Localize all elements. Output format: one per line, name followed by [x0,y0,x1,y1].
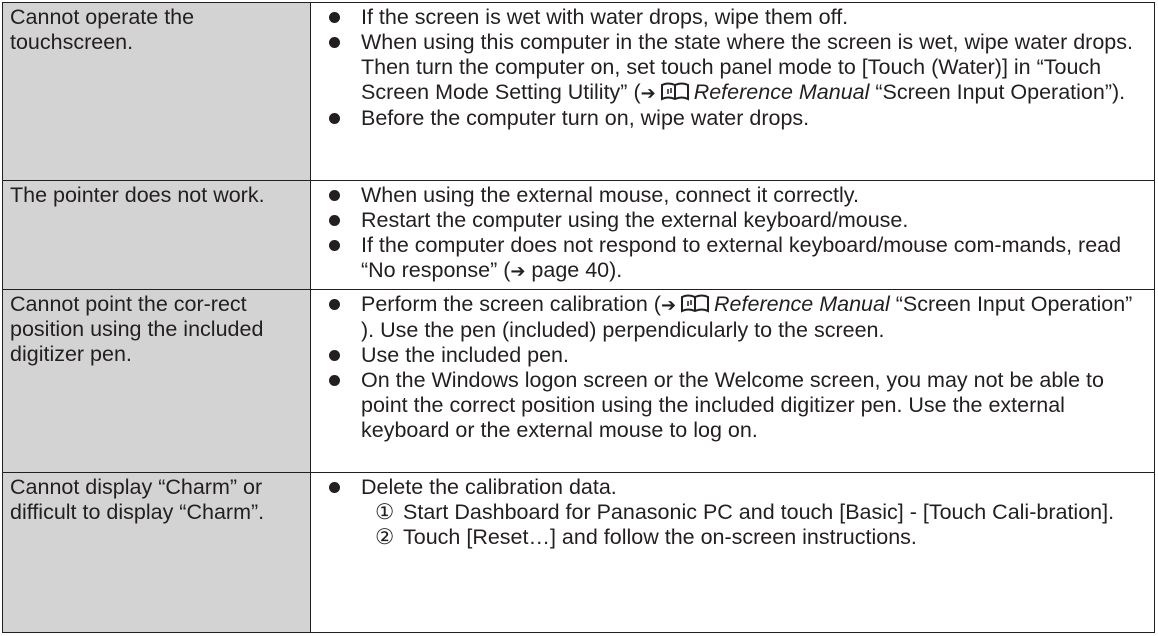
step-text: Start Dashboard for Panasonic PC and tou… [403,500,1115,524]
step-list: ① Start Dashboard for Panasonic PC and t… [361,500,1146,550]
item-text: Perform the screen calibration ( [361,292,661,316]
bullet-icon [329,482,340,493]
reference-manual-book-icon [660,80,690,102]
solution-list: Perform the screen calibration (➔ Referen… [319,292,1146,443]
list-item: If the screen is wet with water drops, w… [319,5,1146,30]
bullet-icon [329,12,340,23]
bullet-icon [329,37,340,48]
step-text: Touch [Reset…] and follow the on-screen … [403,525,917,549]
page-reference[interactable]: page 40). [525,258,622,282]
step-number: ① [375,500,395,524]
list-item: On the Windows logon screen or the Welco… [319,368,1146,443]
item-text: “Screen Input Operation”). [869,80,1126,104]
solution-list: Delete the calibration data. ① Start Das… [319,475,1146,550]
table-row: Cannot operate the touchscreen. If the s… [2,2,1155,181]
list-item: When using the external mouse, connect i… [319,183,1146,208]
item-text: If the computer does not respond to exte… [361,233,1122,282]
item-text: Delete the calibration data. [361,475,617,499]
step-item: ② Touch [Reset…] and follow the on-scree… [375,525,1146,550]
bullet-icon [329,215,340,226]
list-item: Use the included pen. [319,343,1146,368]
list-item: If the computer does not respond to exte… [319,233,1146,284]
bullet-icon [329,375,340,386]
solution-list: If the screen is wet with water drops, w… [319,5,1146,131]
solution-cell: If the screen is wet with water drops, w… [310,2,1155,181]
item-text: On the Windows logon screen or the Welco… [361,368,1104,442]
problem-text: Cannot point the cor-rect position using… [10,292,264,366]
problem-cell: Cannot point the cor-rect position using… [2,289,311,473]
solution-list: When using the external mouse, connect i… [319,183,1146,284]
list-item: When using this computer in the state wh… [319,30,1146,106]
arrow-right-icon: ➔ [510,261,526,282]
problem-text: The pointer does not work. [10,183,265,207]
solution-cell: When using the external mouse, connect i… [310,180,1155,290]
item-text: When using the external mouse, connect i… [361,183,859,207]
bullet-icon [329,113,340,124]
problem-cell: Cannot operate the touchscreen. [2,2,311,181]
step-item: ① Start Dashboard for Panasonic PC and t… [375,500,1146,525]
arrow-right-icon: ➔ [660,295,677,316]
item-text: If the screen is wet with water drops, w… [361,5,849,29]
step-number: ② [375,525,395,549]
solution-cell: Perform the screen calibration (➔ Referen… [310,289,1155,473]
table-row: Cannot point the cor-rect position using… [2,289,1155,473]
bullet-icon [329,240,340,251]
item-text: Restart the computer using the external … [361,208,909,232]
reference-manual-link[interactable]: Reference Manual [694,80,870,104]
bullet-icon [329,299,340,310]
arrow-right-icon: ➔ [640,83,656,104]
bullet-icon [329,350,340,361]
problem-cell: The pointer does not work. [2,180,311,290]
problem-text: Cannot display “Charm” or difficult to d… [10,475,265,524]
item-text: Before the computer turn on, wipe water … [361,106,810,130]
problem-cell: Cannot display “Charm” or difficult to d… [2,472,311,633]
list-item: Perform the screen calibration (➔ Referen… [319,292,1146,343]
solution-cell: Delete the calibration data. ① Start Das… [310,472,1155,633]
bullet-icon [329,190,340,201]
table-row: The pointer does not work. When using th… [2,180,1155,290]
reference-manual-link[interactable]: Reference Manual [714,292,890,316]
list-item: Restart the computer using the external … [319,208,1146,233]
list-item: Delete the calibration data. ① Start Das… [319,475,1146,550]
problem-text: Cannot operate the touchscreen. [10,5,195,54]
item-text: Use the included pen. [361,343,569,367]
reference-manual-book-icon [680,292,710,314]
troubleshooting-table: Cannot operate the touchscreen. If the s… [2,2,1155,633]
table-row: Cannot display “Charm” or difficult to d… [2,472,1155,633]
list-item: Before the computer turn on, wipe water … [319,106,1146,131]
